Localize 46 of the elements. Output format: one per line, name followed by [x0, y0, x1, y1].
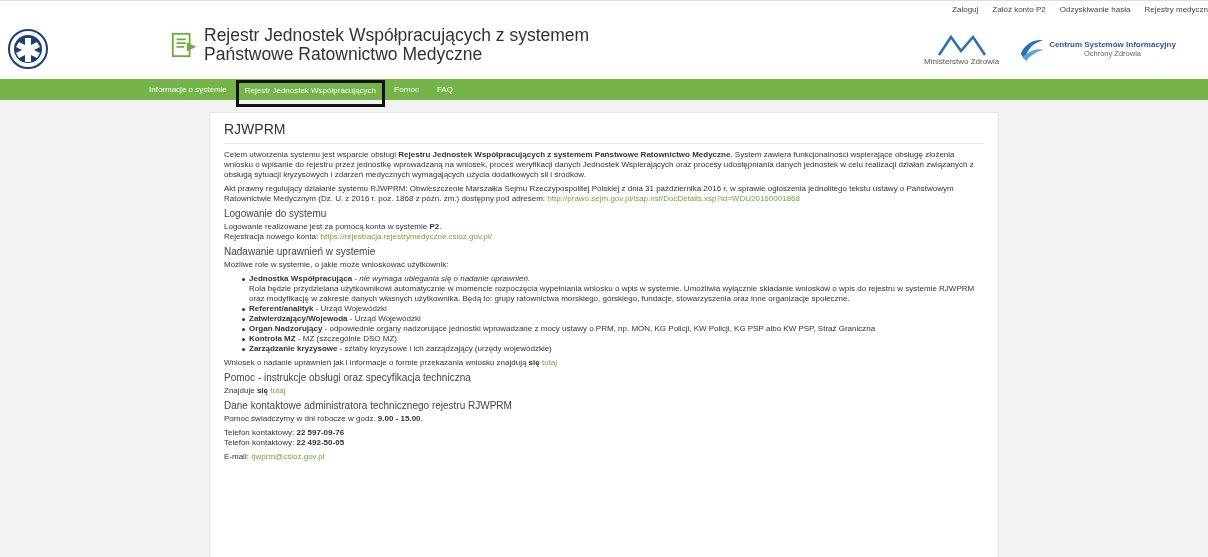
bullet-icon	[242, 308, 245, 311]
nav-tab[interactable]: Informacje o systemie	[140, 79, 236, 100]
section-heading: Pomoc - instrukcje obsługi oraz specyfikacja techniczna	[224, 372, 472, 383]
list-item-text: Referent/analityk - Urząd Wojewódzki	[249, 304, 387, 314]
document-logo-icon	[170, 31, 198, 59]
bullet-icon	[242, 328, 245, 331]
section-heading: Logowanie do systemu	[224, 208, 328, 219]
body-text: Akt prawny regulujący działanie systemu RJWPRM: Obwieszczenie Marszałka Sejmu Rzeczypospolitej Polskiej z dnia 31 października 2016 r. w sprawie ogłoszenia jednolitego tekstu ustawy o Państwowym Ratownictwie Medycznym (Dz. U. z 2016 r. poz. 1868 z późn. zm.) dostępny pod adresem: http://prawo.sejm.gov.pl/isap.nsf/DocDetails.xsp?id=WDU20160001868	[224, 184, 955, 204]
centre-name: Centrum Systemów Informacyjny	[1049, 40, 1176, 49]
body-text: Logowanie realizowane jest za pomocą konta w systemie P2. Rejestracja nowego konta: https://rejestracja.rejestrymedyczne.csioz.gov.pl/	[224, 222, 493, 242]
body-text: Pomoc świadczymy w dni robocze w godz. 9.00 - 15.00.	[224, 414, 424, 424]
nav-tab[interactable]: Rejestr Jednostek Współpracujących	[235, 80, 385, 107]
section-heading: Nadawanie uprawnień w systemie	[224, 246, 377, 257]
list-item-text: Jednostka Współpracująca - nie wymaga ubiegania się o nadanie uprawnień.	[249, 274, 532, 284]
nav-tab[interactable]: FAQ	[427, 79, 462, 100]
list-item-text: Kontrola MZ - MZ (szczególnie DSO MZ)	[249, 334, 397, 344]
body-text: Możliwe role w systemie, o jakie może wnioskować użytkownik:	[224, 260, 450, 270]
ministry-logo-icon	[936, 32, 987, 57]
bullet-icon	[242, 278, 245, 281]
emblem-logo-icon	[8, 29, 48, 69]
top-link[interactable]: Rejestry medyczn	[1144, 5, 1208, 19]
section-heading: Dane kontaktowe administratora technicznego rejestru RJWPRM	[224, 400, 513, 411]
text-link[interactable]: http://prawo.sejm.gov.pl/isap.nsf/DocDetails.xsp?id=WDU20160001868	[547, 194, 800, 203]
list-item-text: Organ Nadzorujący - odpowiednie organy nadzorujące jednostki wprowadzane z mocy ustawy o PRM, np. MON, KG Policji, KW Policji, KG PSP albo KW PSP, Straż Graniczna	[249, 324, 876, 334]
top-link[interactable]: Zaloguj	[952, 5, 979, 19]
top-link[interactable]: Odzyskiwanie hasła	[1059, 5, 1131, 19]
text-link[interactable]: tutaj	[541, 358, 558, 367]
top-link[interactable]: Załóż konto P2	[992, 5, 1046, 19]
text-link[interactable]: tutaj	[270, 386, 286, 395]
bullet-icon	[242, 338, 245, 341]
body-text: Celem utworzenia systemu jest wsparcie obsługi Rejestru Jednostek Współpracujących z systemem Państwowe Ratownictwo Medyczne. System zawiera funkcjonalności wspierające obsługę złożenia wniosku o wpisanie do rejestru przez jednostkę wprowadzaną na wniosek, proces weryfikacji danych Jednostek Wspierających oraz procesy udostępniania danych jednostek w celu realizacji działań związanych z obsługą sytuacji kryzysowych i zdarzeń medycznych wymagających użycia dodatkowych sił i środków.	[224, 150, 975, 180]
bullet-icon	[242, 318, 245, 321]
body-text: Wniosek o nadanie uprawnień jak i informacje o formie przekazania wniosku znajdują się tutaj	[224, 358, 559, 368]
body-text: Telefon kontaktowy: 22 597-09-76 Telefon kontaktowy: 22 492-50-05	[224, 428, 346, 448]
site-title: Rejestr Jednostek Współpracujących z systemem Państwowe Ratownictwo Medyczne	[204, 26, 591, 64]
list-item-text: Zarządzanie kryzysowe - sztaby kryzysowe i ich zarządzający (urzędy wojewódzkie)	[249, 344, 552, 354]
text-link[interactable]: rjwprm@csioz.gov.pl	[251, 452, 325, 461]
body-text: Znajduje się tutaj	[224, 386, 287, 396]
ministry-caption: Ministerstwo Zdrowia	[924, 56, 1000, 66]
body-text: E-mail: rjwprm@csioz.gov.pl	[224, 452, 326, 462]
bullet-icon	[242, 348, 245, 351]
nav-tab[interactable]: Pomoc	[385, 79, 428, 100]
list-item-text: Zatwierdzający/Wojewoda - Urząd Wojewódzki	[249, 314, 421, 324]
text-link[interactable]: https://rejestracja.rejestrymedyczne.csioz.gov.pl/	[320, 232, 492, 241]
page-title: RJWPRM	[224, 121, 287, 137]
list-item-note: Rola będzie przydzielana użytkownikowi automatycznie w momencie rozpoczęcia wypełniania wniosku o wpis w systemie. Umożliwia wyłącznie składanie wniosków o wpis do rejestru w systemie RJWPRM oraz modyfikację w zakresie danych własnych użytkownika. Będą to: grupy ratownictwa morskiego, górskiego, fundacje, stowarzyszenia oraz inne organizacje społeczne.	[249, 284, 976, 304]
